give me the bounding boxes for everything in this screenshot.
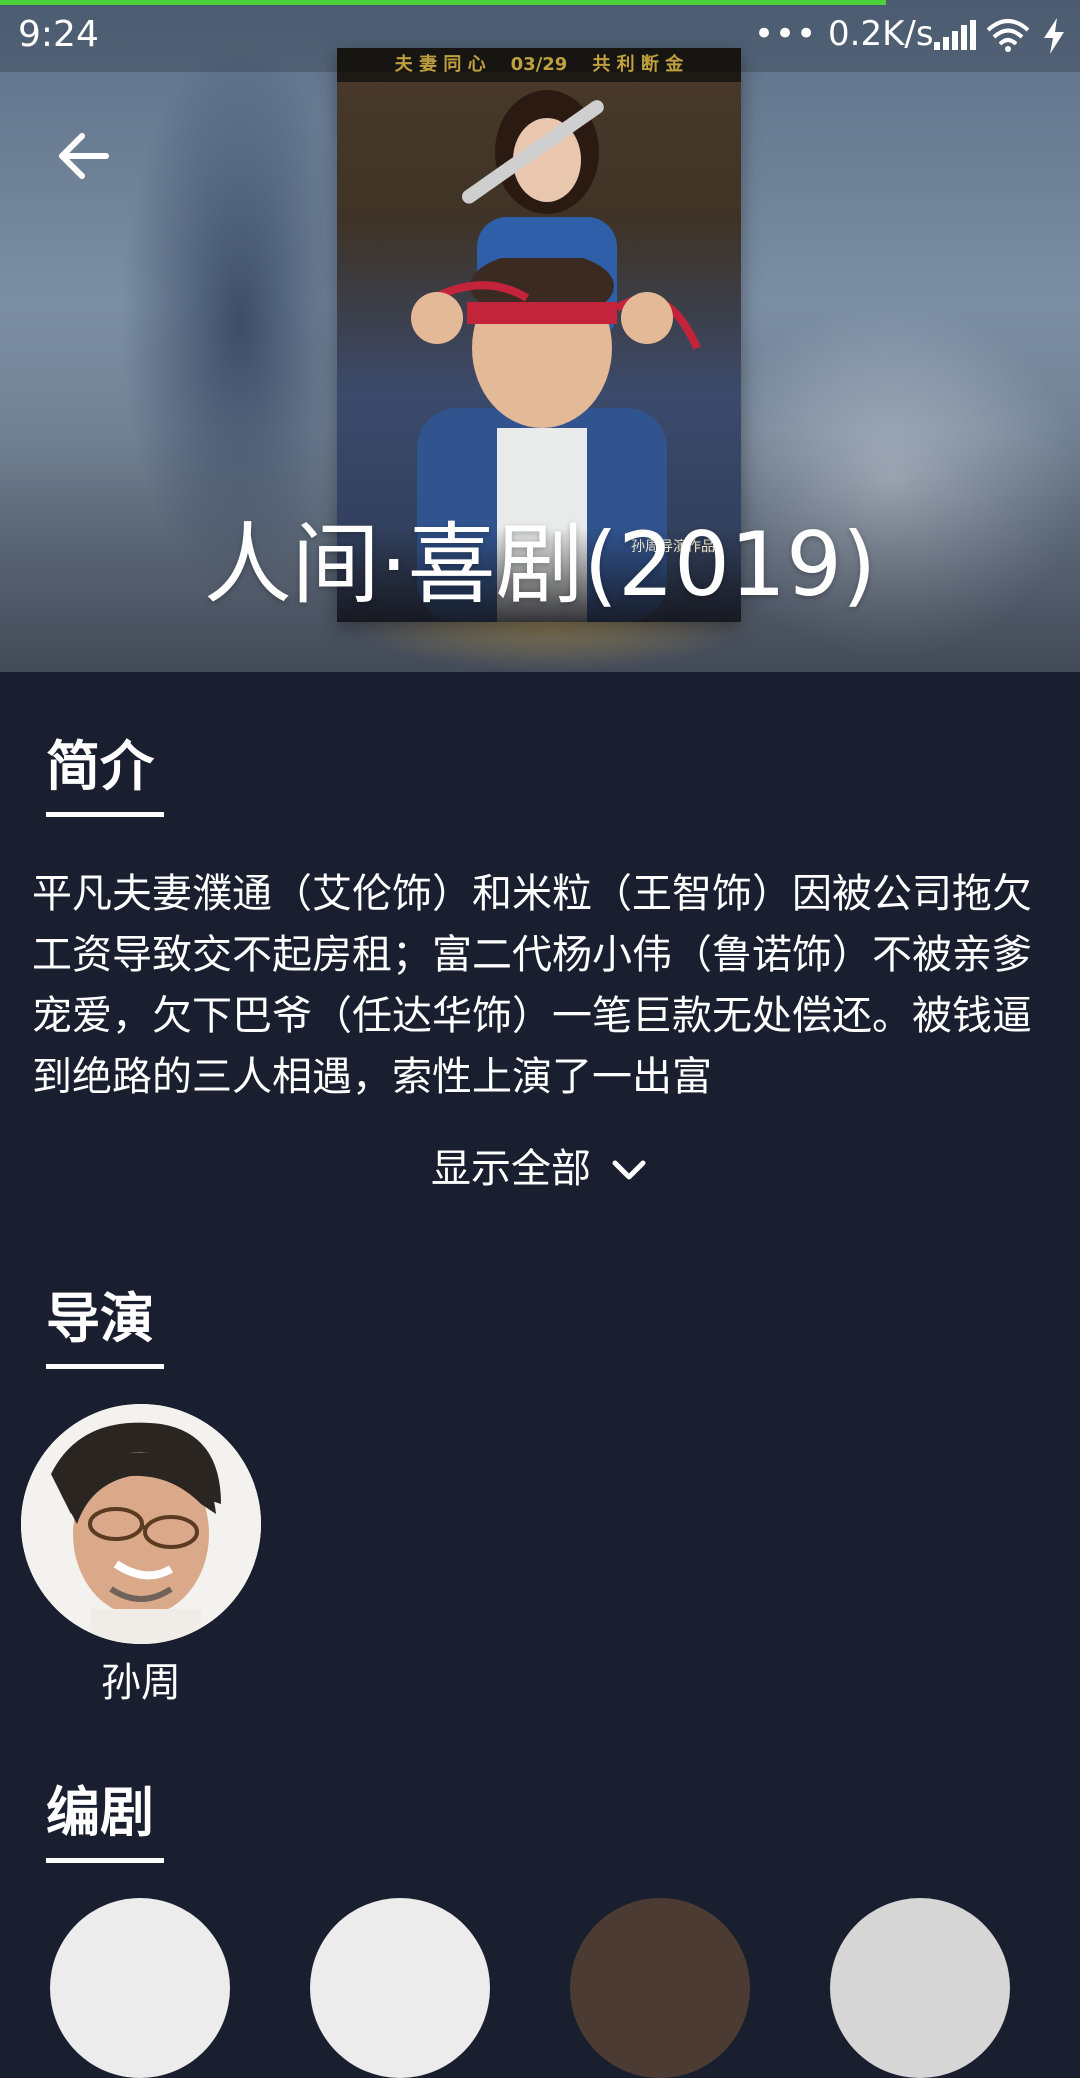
chevron-down-icon: [612, 1160, 646, 1180]
synopsis-heading: 简介: [46, 735, 154, 798]
movie-title: 人间·喜剧(2019): [203, 513, 877, 616]
director-heading-underline: [46, 1364, 164, 1369]
director-avatar[interactable]: [21, 1404, 261, 1644]
wifi-icon: [986, 19, 1030, 52]
signal-icon: [934, 20, 976, 50]
hero-banner: 夫 妻 同 心 03/29 共 利 断 金 孙周导演作品 人间·喜剧(2019)…: [0, 0, 1080, 672]
charging-icon: [1044, 18, 1064, 54]
page-load-progress: [0, 0, 886, 5]
writer-avatar[interactable]: [50, 1898, 230, 2078]
back-arrow-icon[interactable]: [48, 120, 120, 192]
director-portrait: [21, 1404, 261, 1644]
writers-heading-underline: [46, 1858, 164, 1863]
synopsis-heading-underline: [46, 812, 164, 817]
synopsis-text: 平凡夫妻濮通（艾伦饰）和米粒（王智饰）因被公司拖欠工资导致交不起房租；富二代杨小…: [32, 871, 1032, 1100]
writer-avatar[interactable]: [570, 1898, 750, 2078]
status-time: 9:24: [18, 14, 99, 55]
director-name: 孙周: [101, 1660, 181, 1706]
director-heading: 导演: [46, 1287, 154, 1350]
show-all-label: 显示全部: [431, 1146, 591, 1192]
writer-avatar[interactable]: [310, 1898, 490, 2078]
writers-heading: 编剧: [46, 1781, 154, 1844]
writer-avatar[interactable]: [830, 1898, 1010, 2078]
status-net-speed: 0.2K/s: [828, 14, 934, 54]
status-overflow-indicator: •••: [754, 14, 818, 54]
show-all-button[interactable]: 显示全部: [0, 1136, 1080, 1194]
